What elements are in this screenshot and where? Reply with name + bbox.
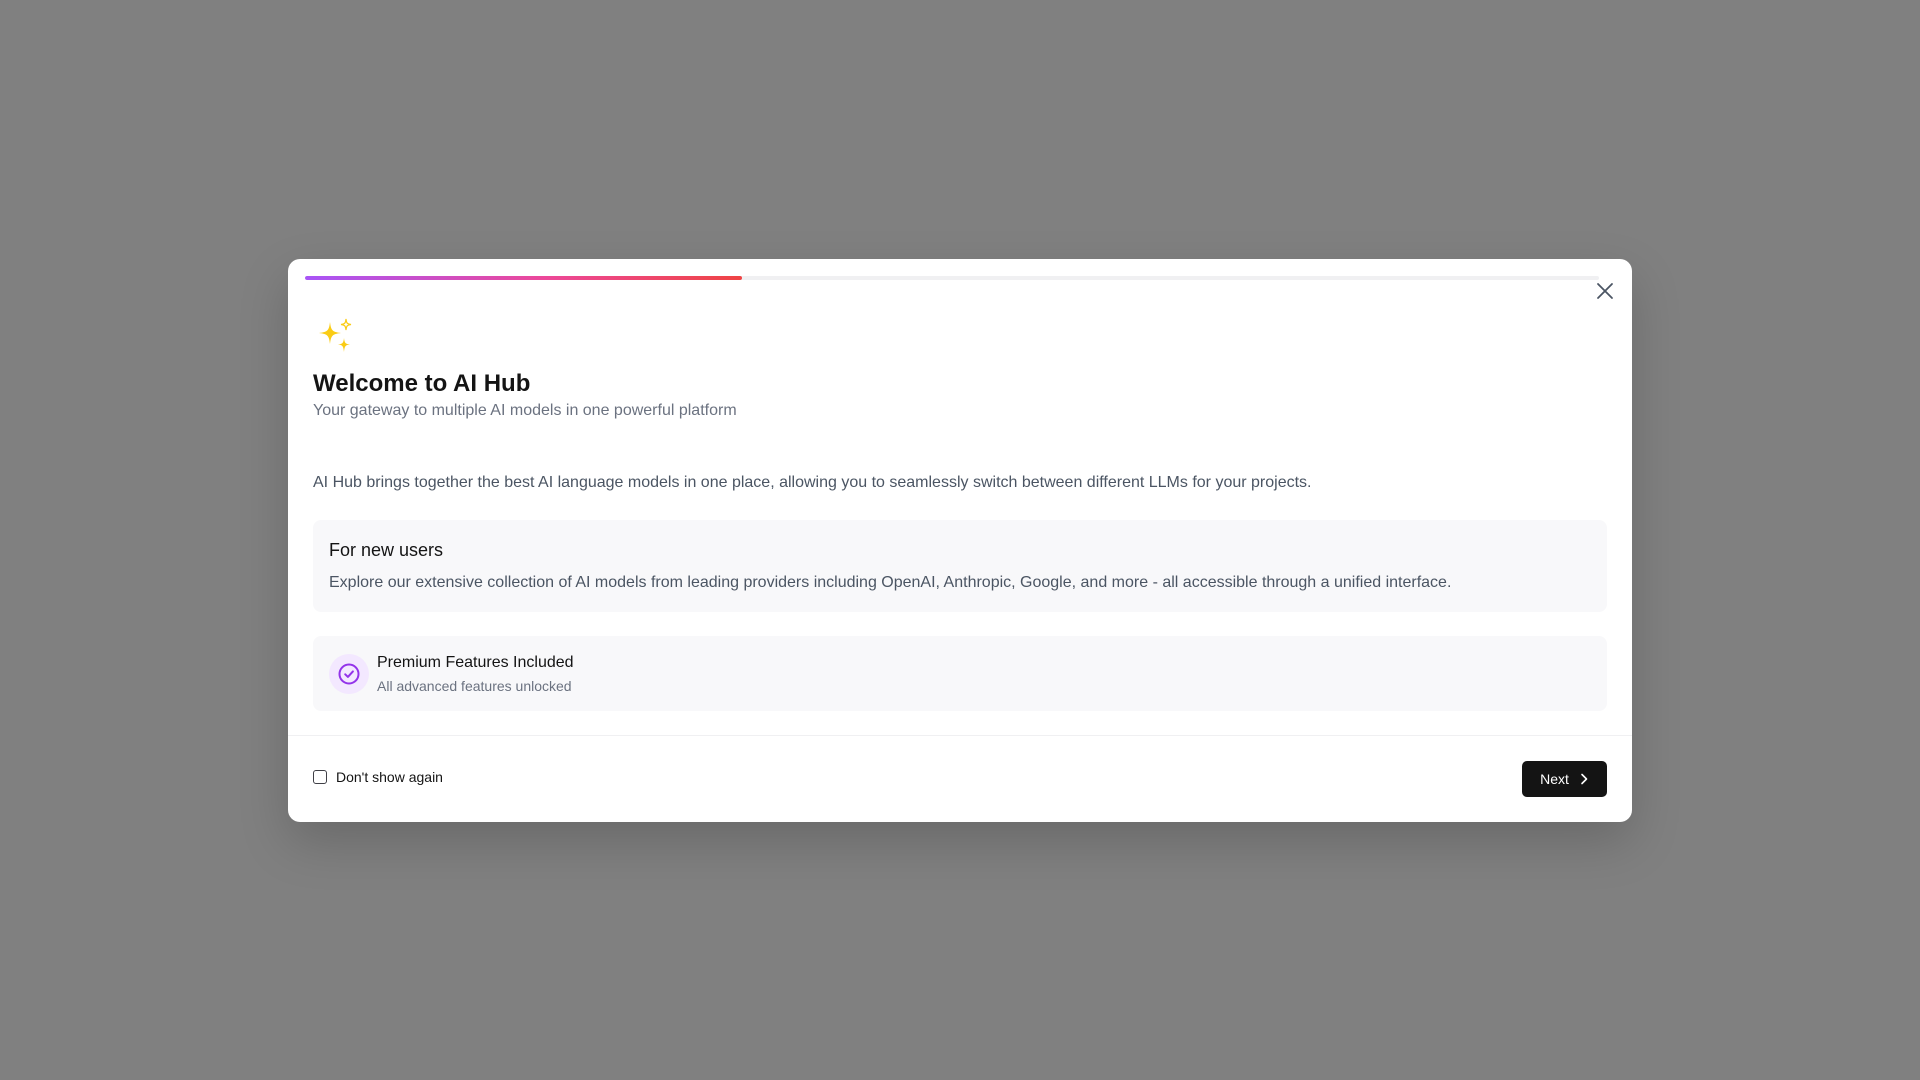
dont-show-again-checkbox[interactable]: [313, 770, 327, 784]
new-users-card-title: For new users: [329, 540, 444, 560]
feature-icon-badge: [329, 654, 369, 694]
feature-title: Premium Features Included: [377, 654, 574, 671]
next-button-label: Next: [1540, 771, 1569, 787]
chevron-right-icon: [1581, 773, 1588, 785]
close-button[interactable]: [1590, 276, 1620, 306]
premium-features-banner: Premium Features Included All advanced f…: [313, 636, 1607, 711]
footer-divider: [288, 735, 1632, 736]
page-title: Welcome to AI Hub: [313, 370, 531, 397]
onboarding-progress-fill: [305, 276, 743, 280]
dont-show-again-toggle[interactable]: Don't show again: [313, 769, 443, 785]
close-icon: [1597, 283, 1613, 299]
intro-text: AI Hub brings together the best AI langu…: [313, 474, 1312, 491]
feature-subtitle: All advanced features unlocked: [377, 678, 572, 694]
page-subtitle: Your gateway to multiple AI models in on…: [313, 402, 737, 419]
dont-show-again-label[interactable]: Don't show again: [336, 769, 443, 785]
onboarding-modal: Welcome to AI Hub Your gateway to multip…: [288, 259, 1632, 822]
check-circle-icon: [338, 663, 360, 685]
onboarding-progress-bar: [305, 276, 1599, 280]
new-users-card: For new users Explore our extensive coll…: [313, 520, 1607, 612]
sparkles-icon: [319, 318, 352, 352]
next-button[interactable]: Next: [1522, 761, 1607, 797]
new-users-card-text: Explore our extensive collection of AI m…: [329, 574, 1452, 591]
